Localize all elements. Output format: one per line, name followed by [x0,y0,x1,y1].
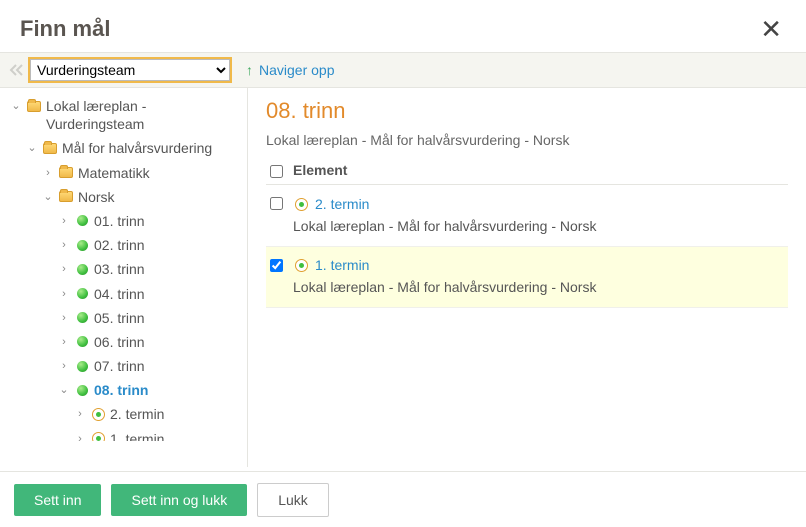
tree-label: Mål for halvårsvurdering [62,139,247,157]
folder-icon [58,165,74,181]
tree-node-termin[interactable]: › 1. termin [74,427,247,441]
bullet-icon [74,382,90,398]
chevron-right-icon[interactable]: › [58,238,70,252]
element-label: 1. termin [315,257,369,273]
folder-icon [58,189,74,205]
target-icon [90,406,106,422]
target-icon [293,258,309,274]
column-header-element: Element [293,162,347,178]
tree-pane[interactable]: ⌄ Lokal læreplan - Vurderingsteam ⌄ Mål … [0,88,248,467]
element-row[interactable]: 2. termin Lokal læreplan - Mål for halvå… [266,185,788,247]
toolbar: Vurderingsteam ↑ Naviger opp [0,52,806,88]
element-label: 2. termin [315,196,369,212]
detail-pane: 08. trinn Lokal læreplan - Mål for halvå… [248,88,806,467]
detail-subtitle: Lokal læreplan - Mål for halvårsvurderin… [266,132,788,148]
bullet-icon [74,286,90,302]
chevron-down-icon[interactable]: ⌄ [10,99,22,113]
arrow-up-icon: ↑ [246,62,253,78]
select-all-checkbox[interactable] [270,165,283,178]
tree-label: 07. trinn [94,357,247,375]
tree-label: 02. trinn [94,236,247,254]
close-button[interactable]: Lukk [257,483,329,517]
chevron-right-icon[interactable]: › [58,214,70,228]
element-row[interactable]: 1. termin Lokal læreplan - Mål for halvå… [266,247,788,309]
team-select-wrap: Vurderingsteam [28,57,232,83]
dialog-title: Finn mål [20,16,110,42]
collapse-left-icon[interactable] [6,64,28,76]
close-icon[interactable]: ✕ [756,16,786,42]
folder-icon [26,98,42,114]
chevron-right-icon[interactable]: › [42,166,54,180]
tree-label: 04. trinn [94,285,247,303]
chevron-down-icon[interactable]: ⌄ [58,383,70,397]
bullet-icon [74,213,90,229]
element-desc: Lokal læreplan - Mål for halvårsvurderin… [293,279,786,295]
bullet-icon [74,237,90,253]
chevron-right-icon[interactable]: › [58,311,70,325]
insert-button[interactable]: Sett inn [14,484,101,516]
bullet-icon [74,358,90,374]
tree-label: 06. trinn [94,333,247,351]
chevron-down-icon[interactable]: ⌄ [26,141,38,155]
tree-label: 03. trinn [94,260,247,278]
detail-title: 08. trinn [266,98,788,124]
team-select[interactable]: Vurderingsteam [30,59,230,81]
element-desc: Lokal læreplan - Mål for halvårsvurderin… [293,218,786,234]
element-checkbox[interactable] [270,259,283,272]
bullet-icon [74,261,90,277]
chevron-right-icon[interactable]: › [58,262,70,276]
bullet-icon [74,334,90,350]
tree-node-trinn[interactable]: › 06. trinn [58,330,247,354]
tree-label: 05. trinn [94,309,247,327]
tree-node-trinn[interactable]: › 02. trinn [58,233,247,257]
footer: Sett inn Sett inn og lukk Lukk [0,471,806,527]
element-checkbox[interactable] [270,197,283,210]
element-list-header: Element [266,158,788,185]
navigate-up-label: Naviger opp [259,62,335,78]
tree-node-trinn-selected[interactable]: ⌄ 08. trinn [58,378,247,402]
tree-node-norsk[interactable]: ⌄ Norsk [42,185,247,209]
tree-node-trinn[interactable]: › 07. trinn [58,354,247,378]
tree-node-trinn[interactable]: › 01. trinn [58,209,247,233]
target-icon [90,431,106,441]
tree-label: 08. trinn [94,381,247,399]
tree-label: Lokal læreplan - Vurderingsteam [46,97,247,133]
tree-node-goals[interactable]: ⌄ Mål for halvårsvurdering [26,136,247,160]
tree-node-termin[interactable]: › 2. termin [74,402,247,426]
tree-label: 01. trinn [94,212,247,230]
chevron-right-icon[interactable]: › [58,335,70,349]
element-link[interactable]: 2. termin [293,195,369,212]
target-icon [293,196,309,212]
tree-node-matematikk[interactable]: › Matematikk [42,161,247,185]
tree-label: Norsk [78,188,247,206]
chevron-right-icon[interactable]: › [58,287,70,301]
tree-label: Matematikk [78,164,247,182]
tree-label: 2. termin [110,405,247,423]
navigate-up-link[interactable]: ↑ Naviger opp [246,62,335,78]
bullet-icon [74,310,90,326]
tree-node-trinn[interactable]: › 05. trinn [58,306,247,330]
tree-root[interactable]: ⌄ Lokal læreplan - Vurderingsteam [10,94,247,136]
tree-node-trinn[interactable]: › 03. trinn [58,257,247,281]
chevron-right-icon[interactable]: › [74,407,86,421]
element-link[interactable]: 1. termin [293,257,369,274]
insert-close-button[interactable]: Sett inn og lukk [111,484,247,516]
tree-label: 1. termin [110,430,247,441]
chevron-right-icon[interactable]: › [74,432,86,441]
chevron-down-icon[interactable]: ⌄ [42,190,54,204]
chevron-right-icon[interactable]: › [58,359,70,373]
tree-node-trinn[interactable]: › 04. trinn [58,282,247,306]
folder-icon [42,140,58,156]
